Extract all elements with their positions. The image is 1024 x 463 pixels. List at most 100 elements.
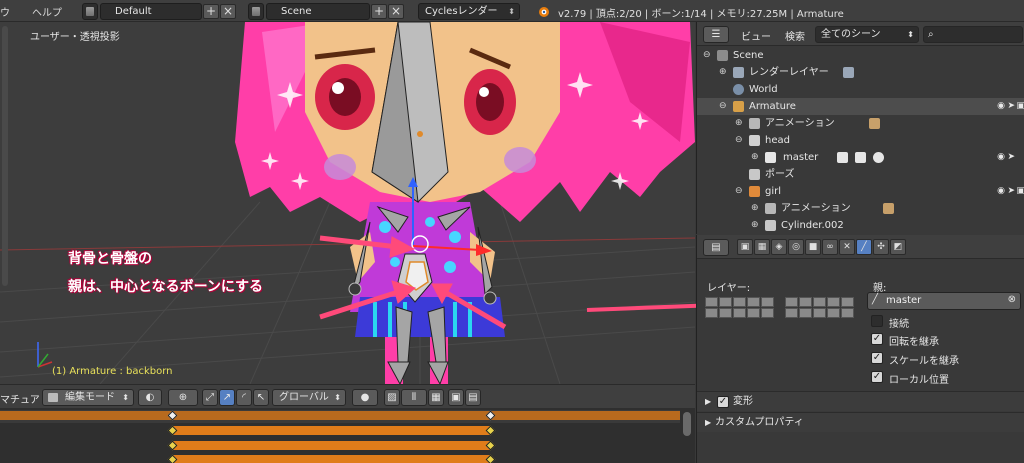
snap-icon: ⫴ bbox=[411, 392, 417, 403]
timeline-scrollbar[interactable] bbox=[683, 412, 691, 436]
selectable-cursor-icon[interactable]: ➤ bbox=[1007, 183, 1015, 200]
bone-layer-grid-left[interactable] bbox=[705, 297, 774, 318]
tab-scene[interactable]: ◈ bbox=[771, 239, 787, 255]
armature-icon: ✕ bbox=[843, 242, 851, 252]
scene-field[interactable]: Scene bbox=[266, 3, 370, 20]
collapse-toggle-icon[interactable]: ⊖ bbox=[735, 132, 743, 149]
expand-toggle-icon[interactable]: ⊕ bbox=[751, 149, 759, 166]
action-icon bbox=[883, 203, 894, 214]
outliner-icon: ☰ bbox=[711, 29, 721, 40]
outliner-item-label: girl bbox=[765, 186, 782, 197]
pivot-dropdown[interactable]: ⊕ bbox=[168, 389, 198, 406]
edit-mode-icon bbox=[48, 393, 58, 402]
outliner-search-input[interactable]: ⌕ bbox=[923, 26, 1023, 43]
render-camera-icon[interactable]: ▣ bbox=[1016, 98, 1024, 115]
shading-dropdown[interactable]: ◐ bbox=[138, 389, 162, 406]
keyframe-hold-bar bbox=[172, 426, 490, 435]
properties-editor-type[interactable]: ▤ bbox=[703, 239, 729, 256]
mesh-data-icon bbox=[765, 220, 776, 231]
outliner-row-animation[interactable]: ⊕ アニメーション bbox=[697, 115, 1024, 132]
clear-icon[interactable]: ⊗ bbox=[1008, 294, 1016, 305]
mode-dropdown[interactable]: 編集モード ⬍ bbox=[42, 389, 134, 406]
scene-icon-button[interactable] bbox=[248, 3, 264, 20]
snap-target-toggle[interactable]: ▦ bbox=[428, 389, 444, 406]
xray-toggle[interactable]: ▨ bbox=[384, 389, 400, 406]
tab-render-layers[interactable]: ▦ bbox=[754, 239, 770, 255]
scene-icon: ◈ bbox=[775, 242, 783, 252]
tab-world[interactable]: ◎ bbox=[788, 239, 804, 255]
outliner-row-pose[interactable]: ポーズ bbox=[697, 166, 1024, 183]
custom-props-panel-title: カスタムプロパティ bbox=[715, 417, 804, 428]
selectable-cursor-icon[interactable]: ➤ bbox=[1007, 149, 1015, 166]
add-screen-button[interactable]: + bbox=[203, 4, 219, 19]
delete-scene-button[interactable]: × bbox=[388, 4, 404, 19]
expand-toggle-icon[interactable]: ⊕ bbox=[735, 115, 743, 132]
parent-field[interactable]: ╱ master ⊗ bbox=[867, 292, 1021, 310]
visibility-eye-icon[interactable]: ◉ bbox=[997, 98, 1005, 115]
render-engine-dropdown[interactable]: Cyclesレンダー ⬍ bbox=[418, 3, 520, 20]
tab-bone[interactable]: ╱ bbox=[856, 239, 872, 255]
screen-layout-field[interactable]: Default bbox=[100, 3, 202, 20]
outliner-row-girl[interactable]: ⊖ girl ◉ ➤ ▣ bbox=[697, 183, 1024, 200]
transform-panel-header[interactable]: ▶ ✓ 変形 bbox=[697, 391, 1024, 411]
outliner-row-head[interactable]: ⊖ head bbox=[697, 132, 1024, 149]
outliner-view-menu[interactable]: ビュー bbox=[741, 28, 771, 43]
tab-constraints[interactable]: ∞ bbox=[822, 239, 838, 255]
rotate-manipulator[interactable]: ◜ bbox=[236, 389, 252, 406]
expand-toggle-icon[interactable]: ⊕ bbox=[751, 200, 759, 217]
connected-checkbox[interactable] bbox=[871, 315, 883, 327]
bone-layer-grid-right[interactable] bbox=[785, 297, 854, 318]
left-pupil bbox=[329, 78, 361, 116]
tab-object[interactable]: ■ bbox=[805, 239, 821, 255]
outliner-row-armature[interactable]: ⊖ Armature ◉ ➤ ▣ bbox=[697, 98, 1024, 115]
right-hand-joint bbox=[483, 291, 497, 305]
tab-render[interactable]: ▣ bbox=[737, 239, 753, 255]
grid-icon: ▦ bbox=[431, 392, 441, 403]
transform-panel-checkbox[interactable]: ✓ bbox=[717, 396, 729, 408]
scale-manipulator[interactable]: ↖ bbox=[253, 389, 269, 406]
chevron-updown-icon: ⬍ bbox=[508, 7, 515, 16]
visibility-eye-icon[interactable]: ◉ bbox=[997, 149, 1005, 166]
inherit-rotation-checkbox[interactable]: ✓ bbox=[871, 333, 883, 345]
viewport-left-scrollbar[interactable] bbox=[2, 26, 8, 286]
outliner-row-world[interactable]: World bbox=[697, 81, 1024, 98]
local-location-checkbox[interactable]: ✓ bbox=[871, 371, 883, 383]
selectable-cursor-icon[interactable]: ➤ bbox=[1007, 98, 1015, 115]
layer-dropdown[interactable]: ● bbox=[352, 389, 378, 406]
tab-bone-constraints[interactable]: ✣ bbox=[873, 239, 889, 255]
outliner-row-render-layers[interactable]: ⊕ レンダーレイヤー bbox=[697, 64, 1024, 81]
render-animation-button[interactable]: ▤ bbox=[465, 389, 481, 406]
collapse-toggle-icon[interactable]: ⊖ bbox=[703, 47, 711, 64]
outliner-editor-type[interactable]: ☰ bbox=[703, 26, 729, 43]
render-camera-icon[interactable]: ▣ bbox=[1016, 183, 1024, 200]
outliner-row-scene[interactable]: ⊖ Scene bbox=[697, 47, 1024, 64]
custom-props-panel-header[interactable]: ▶ カスタムプロパティ bbox=[697, 412, 1024, 432]
expand-toggle-icon[interactable]: ⊕ bbox=[751, 217, 759, 234]
visibility-eye-icon[interactable]: ◉ bbox=[997, 183, 1005, 200]
outliner-row-master[interactable]: ⊕ master ◉ ➤ bbox=[697, 149, 1024, 166]
outliner-row-animation[interactable]: ⊕ アニメーション bbox=[697, 200, 1024, 217]
inherit-scale-checkbox[interactable]: ✓ bbox=[871, 352, 883, 364]
tab-armature-data[interactable]: ✕ bbox=[839, 239, 855, 255]
collapse-toggle-icon[interactable]: ⊖ bbox=[719, 98, 727, 115]
delete-screen-button[interactable]: × bbox=[220, 4, 236, 19]
outliner-row-cylinder[interactable]: ⊕ Cylinder.002 bbox=[697, 217, 1024, 234]
outliner-search-menu[interactable]: 検索 bbox=[785, 28, 805, 43]
screen-layout-icon-button[interactable] bbox=[82, 3, 98, 20]
collapse-toggle-icon[interactable]: ⊖ bbox=[735, 183, 743, 200]
3d-viewport[interactable]: ユーザー・透視投影 (1) Armature : backborn 背骨と骨盤の… bbox=[0, 22, 695, 384]
add-scene-button[interactable]: + bbox=[371, 4, 387, 19]
translate-manipulator[interactable]: ↗ bbox=[219, 389, 235, 406]
dopesheet-timeline[interactable] bbox=[0, 408, 695, 463]
camera-icon: ▣ bbox=[740, 242, 750, 252]
orientation-dropdown[interactable]: グローバル ⬍ bbox=[272, 389, 346, 406]
expand-toggle-icon[interactable]: ⊕ bbox=[719, 64, 727, 81]
transform-panel-title: 変形 bbox=[733, 396, 753, 407]
menu-help[interactable]: ヘルプ bbox=[32, 4, 62, 19]
menu-window[interactable]: ウ bbox=[0, 4, 10, 19]
display-mode-dropdown[interactable]: 全てのシーン ⬍ bbox=[815, 26, 919, 43]
manipulator-toggle[interactable]: ⤢ bbox=[202, 389, 218, 406]
snap-element-dropdown[interactable]: ⫴ bbox=[401, 389, 427, 406]
render-image-button[interactable]: ▣ bbox=[448, 389, 464, 406]
tab-texture[interactable]: ◩ bbox=[890, 239, 906, 255]
